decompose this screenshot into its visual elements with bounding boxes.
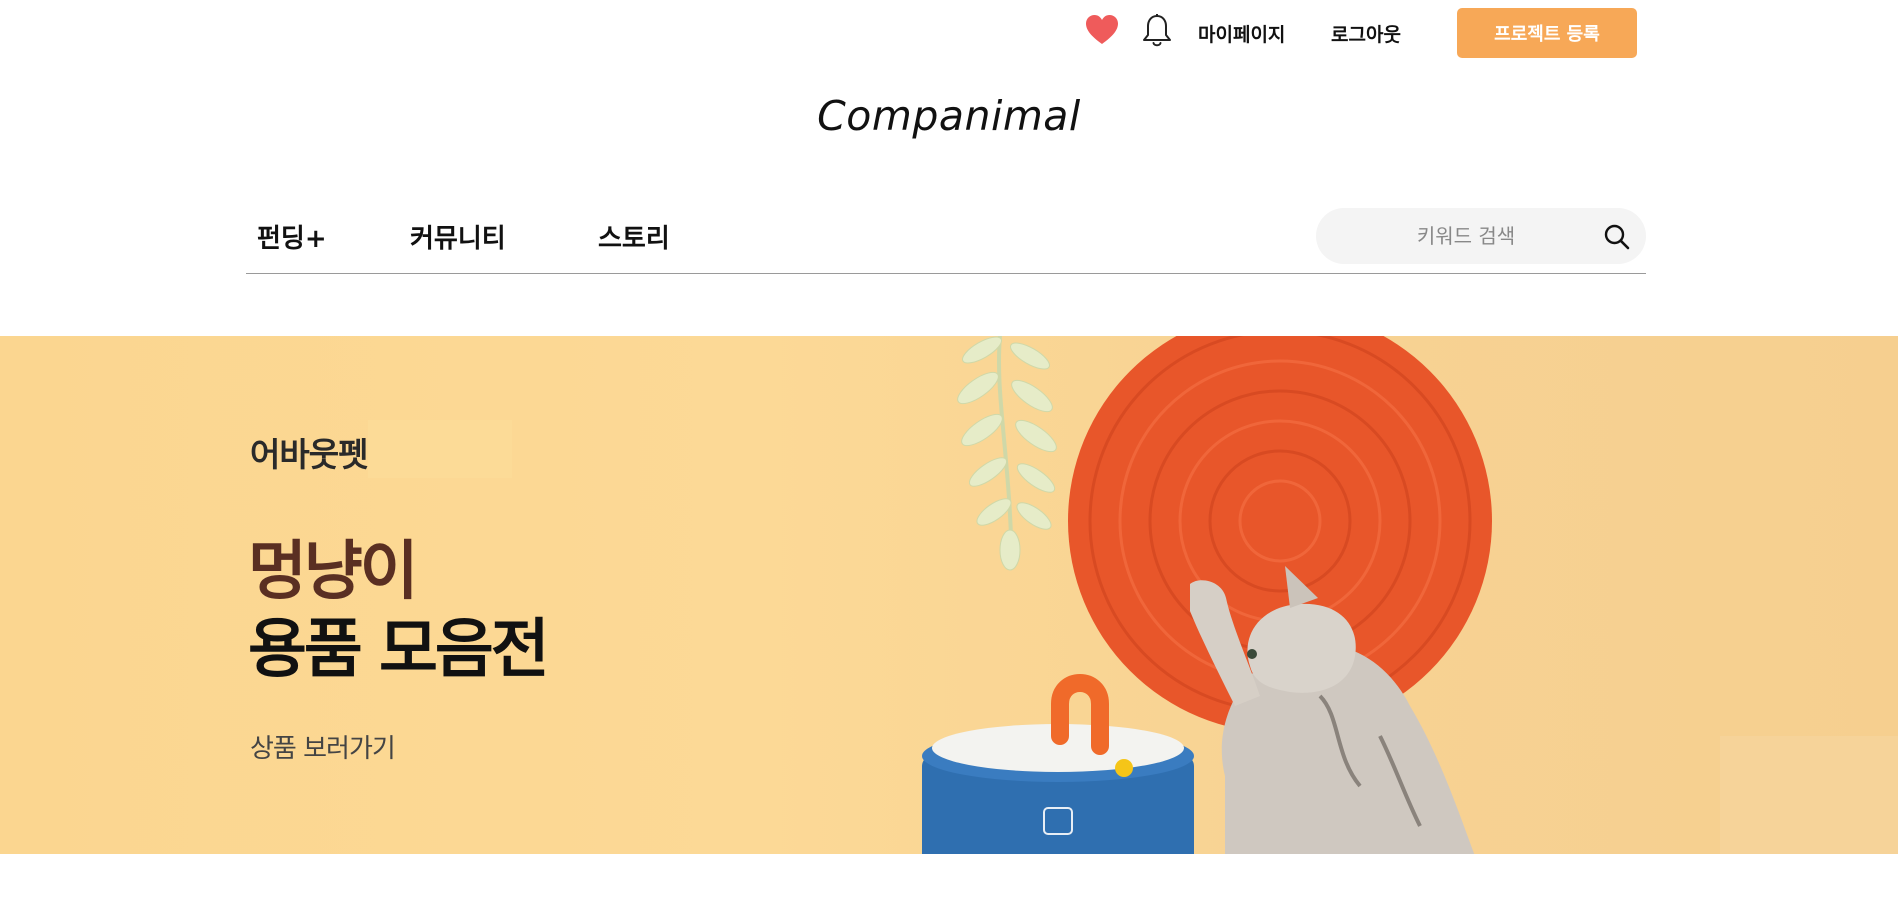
search-input[interactable] [1356, 218, 1576, 254]
view-products-link[interactable]: 상품 보러가기 [250, 728, 396, 765]
nav-item-funding[interactable]: 펀딩+ [257, 218, 327, 255]
banner-headline-line2: 용품 모음전 [248, 613, 550, 687]
nav-item-community[interactable]: 커뮤니티 [410, 218, 506, 255]
water-fountain-illustration [922, 674, 1194, 854]
logout-link[interactable]: 로그아웃 [1331, 20, 1401, 47]
search-icon[interactable] [1603, 223, 1631, 251]
banner-brand: 어바웃펫 [250, 435, 368, 474]
mypage-link[interactable]: 마이페이지 [1198, 20, 1285, 47]
bell-icon[interactable] [1141, 13, 1173, 49]
plant-leaves-illustration [957, 336, 1057, 571]
nav-item-story[interactable]: 스토리 [598, 218, 670, 255]
heart-icon[interactable] [1085, 14, 1119, 46]
register-project-button[interactable]: 프로젝트 등록 [1457, 8, 1637, 58]
top-utility-bar: 마이페이지 로그아웃 프로젝트 등록 [0, 0, 1898, 66]
search-box [1316, 208, 1646, 264]
brand-highlight [368, 420, 512, 478]
site-logo[interactable]: Companimal [0, 92, 1898, 140]
nav-divider [246, 273, 1646, 274]
promo-banner[interactable]: 어바웃펫 멍냥이 용품 모음전 상품 보러가기 [0, 336, 1898, 854]
